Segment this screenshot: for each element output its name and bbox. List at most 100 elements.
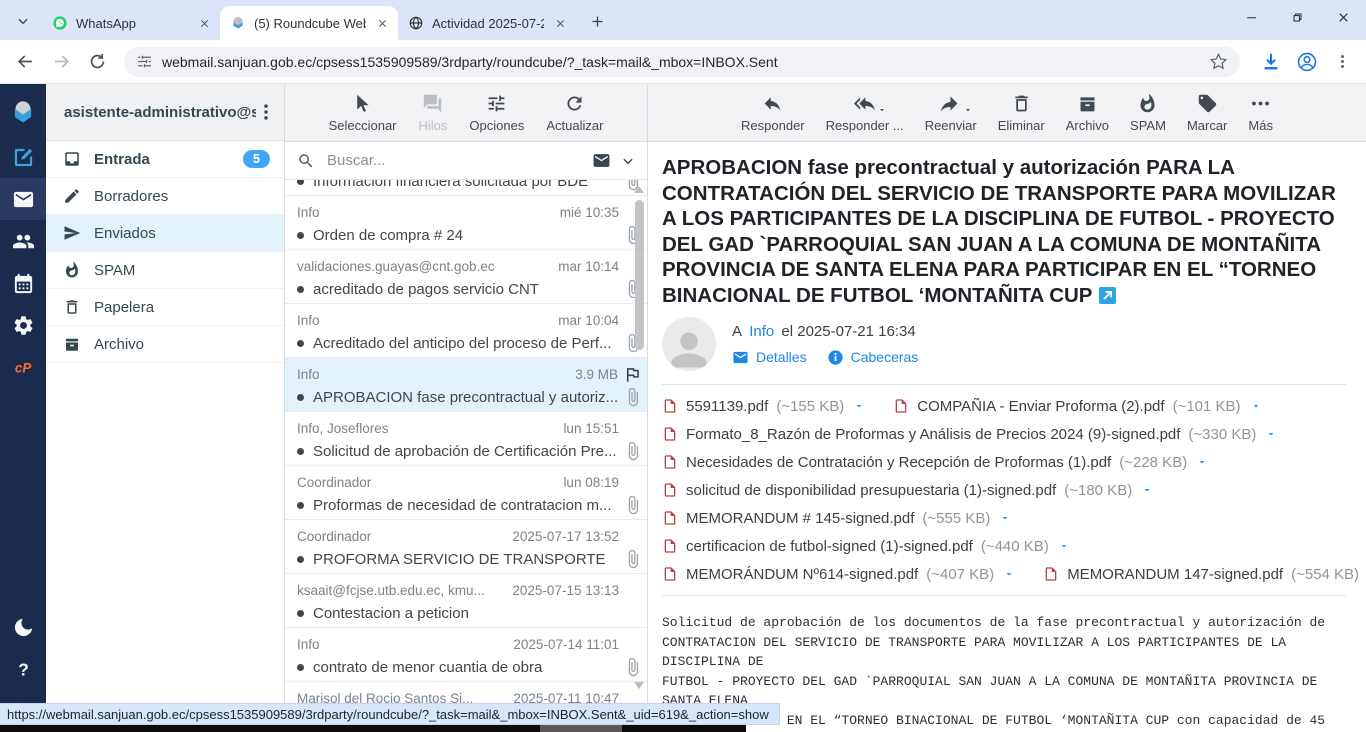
- scroll-up-arrow[interactable]: [634, 186, 644, 193]
- message-list-item[interactable]: Info 3.9 MB APROBACION fase precontractu…: [285, 358, 647, 412]
- window-restore-icon[interactable]: [1274, 0, 1320, 34]
- folder-item-enviados[interactable]: Enviados: [46, 215, 284, 252]
- toolbar-button-m-s[interactable]: Más: [1241, 93, 1280, 133]
- dropdown-caret-icon[interactable]: [877, 105, 887, 115]
- search-scope-mail-icon[interactable]: [592, 151, 611, 170]
- attachment-menu-caret-icon[interactable]: [999, 512, 1011, 524]
- appbar-compose[interactable]: [0, 136, 46, 178]
- tab-search-chevron-icon[interactable]: [10, 8, 36, 34]
- attachment-menu-caret-icon[interactable]: [1141, 484, 1153, 496]
- toolbar-button-spam[interactable]: SPAM: [1123, 93, 1173, 133]
- browser-tab[interactable]: WhatsApp: [42, 6, 220, 40]
- message-list-item[interactable]: Coordinador lun 08:19 Proformas de neces…: [285, 466, 647, 520]
- appbar-contacts[interactable]: [0, 220, 46, 262]
- browser-menu-icon[interactable]: [1332, 52, 1352, 72]
- appbar-calendar[interactable]: [0, 262, 46, 304]
- message-list-item[interactable]: Info mié 10:35 Orden de compra # 24: [285, 196, 647, 250]
- attachment-name[interactable]: MEMORÁNDUM Nº614-signed.pdf: [686, 566, 918, 583]
- tab-close-icon[interactable]: [374, 15, 390, 31]
- attachment-menu-caret-icon[interactable]: [1058, 540, 1070, 552]
- toolbar-button-actualizar[interactable]: Actualizar: [539, 93, 610, 133]
- attachment-name[interactable]: Formato_8_Razón de Proformas y Análisis …: [686, 426, 1180, 443]
- appbar-help[interactable]: ?: [0, 648, 46, 690]
- details-toggle[interactable]: Detalles: [732, 349, 807, 366]
- browser-tab[interactable]: Actividad 2025-07-21 08:00:00: [398, 6, 576, 40]
- attachment-name[interactable]: COMPAÑIA - Enviar Proforma (2).pdf: [917, 398, 1164, 415]
- appbar-mail[interactable]: [0, 178, 46, 220]
- scrollbar-thumb[interactable]: [635, 200, 644, 350]
- downloads-icon[interactable]: [1260, 51, 1282, 73]
- browser-tab[interactable]: (5) Roundcube Webmail :: Envia: [220, 6, 398, 40]
- toolbar-button-responder[interactable]: Responder: [734, 93, 812, 133]
- attachment-name[interactable]: certificacion de futbol-signed (1)-signe…: [686, 538, 973, 555]
- folder-item-archivo[interactable]: Archivo: [46, 326, 284, 363]
- message-list-item[interactable]: Información financiera solicitada por BD…: [285, 180, 647, 196]
- attachment-item[interactable]: COMPAÑIA - Enviar Proforma (2).pdf (~101…: [893, 398, 1261, 415]
- headers-toggle[interactable]: Cabeceras: [827, 349, 919, 366]
- tab-close-icon[interactable]: [552, 15, 568, 31]
- back-icon[interactable]: [10, 47, 40, 77]
- attachment-item[interactable]: MEMORANDUM # 145-signed.pdf (~555 KB): [662, 510, 1011, 527]
- attachment-item[interactable]: solicitud de disponibilidad presupuestar…: [662, 482, 1153, 499]
- message-list-item[interactable]: Info mar 10:04 Acreditado del anticipo d…: [285, 304, 647, 358]
- recipient-link[interactable]: Info: [749, 323, 774, 340]
- message-list-item[interactable]: Info 2025-07-14 11:01 contrato de menor …: [285, 628, 647, 682]
- scroll-down-arrow[interactable]: [634, 682, 644, 689]
- toolbar-button-responder[interactable]: Responder ...: [819, 93, 911, 133]
- folder-item-spam[interactable]: SPAM: [46, 252, 284, 289]
- message-list-item[interactable]: Info, Joseflores lun 15:51 Solicitud de …: [285, 412, 647, 466]
- folder-item-papelera[interactable]: Papelera: [46, 289, 284, 326]
- forward-icon[interactable]: [46, 47, 76, 77]
- search-input[interactable]: [325, 151, 582, 170]
- toolbar-button-hilos[interactable]: Hilos: [412, 93, 455, 133]
- new-tab-icon[interactable]: [584, 8, 610, 34]
- message-list-item[interactable]: ksaait@fcjse.utb.edu.ec, kmu... 2025-07-…: [285, 574, 647, 628]
- bookmark-star-icon[interactable]: [1209, 52, 1228, 71]
- list-scrollbar[interactable]: [633, 180, 647, 732]
- attachment-menu-caret-icon[interactable]: [853, 400, 865, 412]
- attachment-menu-caret-icon[interactable]: [1003, 568, 1015, 580]
- profile-icon[interactable]: [1296, 51, 1318, 73]
- toolbar-button-opciones[interactable]: Opciones: [462, 93, 531, 133]
- folder-item-entrada[interactable]: Entrada 5: [46, 141, 284, 178]
- external-link-icon[interactable]: [1099, 287, 1116, 304]
- attachment-name[interactable]: MEMORANDUM 147-signed.pdf: [1067, 566, 1283, 583]
- attachment-item[interactable]: certificacion de futbol-signed (1)-signe…: [662, 538, 1070, 555]
- account-menu-icon[interactable]: [256, 102, 276, 122]
- attachment-item[interactable]: Necesidades de Contratación y Recepción …: [662, 454, 1208, 471]
- toolbar-button-seleccionar[interactable]: Seleccionar: [322, 93, 404, 133]
- toolbar-button-marcar[interactable]: Marcar: [1180, 93, 1234, 133]
- attachment-menu-caret-icon[interactable]: [1196, 456, 1208, 468]
- message-list-item[interactable]: Coordinador 2025-07-17 13:52 PROFORMA SE…: [285, 520, 647, 574]
- window-close-icon[interactable]: [1320, 0, 1366, 34]
- attachment-name[interactable]: solicitud de disponibilidad presupuestar…: [686, 482, 1056, 499]
- tab-close-icon[interactable]: [196, 15, 212, 31]
- reload-icon[interactable]: [82, 47, 112, 77]
- appbar-dark-mode[interactable]: [0, 606, 46, 648]
- toolbar-button-reenviar[interactable]: Reenviar: [918, 93, 984, 133]
- attachment-item[interactable]: 5591139.pdf (~155 KB): [662, 398, 865, 415]
- appbar-cpanel[interactable]: cP: [0, 346, 46, 388]
- window-minimize-icon[interactable]: [1228, 0, 1274, 34]
- attachment-menu-caret-icon[interactable]: [1265, 428, 1277, 440]
- attachment-item[interactable]: MEMORÁNDUM Nº614-signed.pdf (~407 KB): [662, 566, 1015, 583]
- dropdown-caret-icon[interactable]: [963, 105, 973, 115]
- folder-item-borradores[interactable]: Borradores: [46, 178, 284, 215]
- search-options-chevron-icon[interactable]: [621, 154, 635, 168]
- attachment-name[interactable]: MEMORANDUM # 145-signed.pdf: [686, 510, 914, 527]
- attachment-name[interactable]: 5591139.pdf: [686, 398, 768, 415]
- appbar-roundcube-logo[interactable]: [0, 88, 46, 136]
- url-bar[interactable]: webmail.sanjuan.gob.ec/cpsess1535909589/…: [124, 47, 1240, 77]
- attachment-item[interactable]: MEMORANDUM 147-signed.pdf (~554 KB): [1043, 566, 1366, 583]
- message-list-item[interactable]: validaciones.guayas@cnt.gob.ec mar 10:14…: [285, 250, 647, 304]
- url-text[interactable]: webmail.sanjuan.gob.ec/cpsess1535909589/…: [162, 54, 1200, 70]
- toolbar-button-archivo[interactable]: Archivo: [1059, 93, 1116, 133]
- appbar-settings[interactable]: [0, 304, 46, 346]
- account-header[interactable]: asistente-administrativo@sa...: [46, 84, 284, 141]
- attachment-menu-caret-icon[interactable]: [1250, 400, 1262, 412]
- toolbar-button-eliminar[interactable]: Eliminar: [991, 93, 1052, 133]
- site-info-icon[interactable]: [136, 53, 153, 70]
- attachment-name[interactable]: Necesidades de Contratación y Recepción …: [686, 454, 1111, 471]
- attachment-item[interactable]: Formato_8_Razón de Proformas y Análisis …: [662, 426, 1277, 443]
- pointer-icon: [352, 93, 373, 114]
